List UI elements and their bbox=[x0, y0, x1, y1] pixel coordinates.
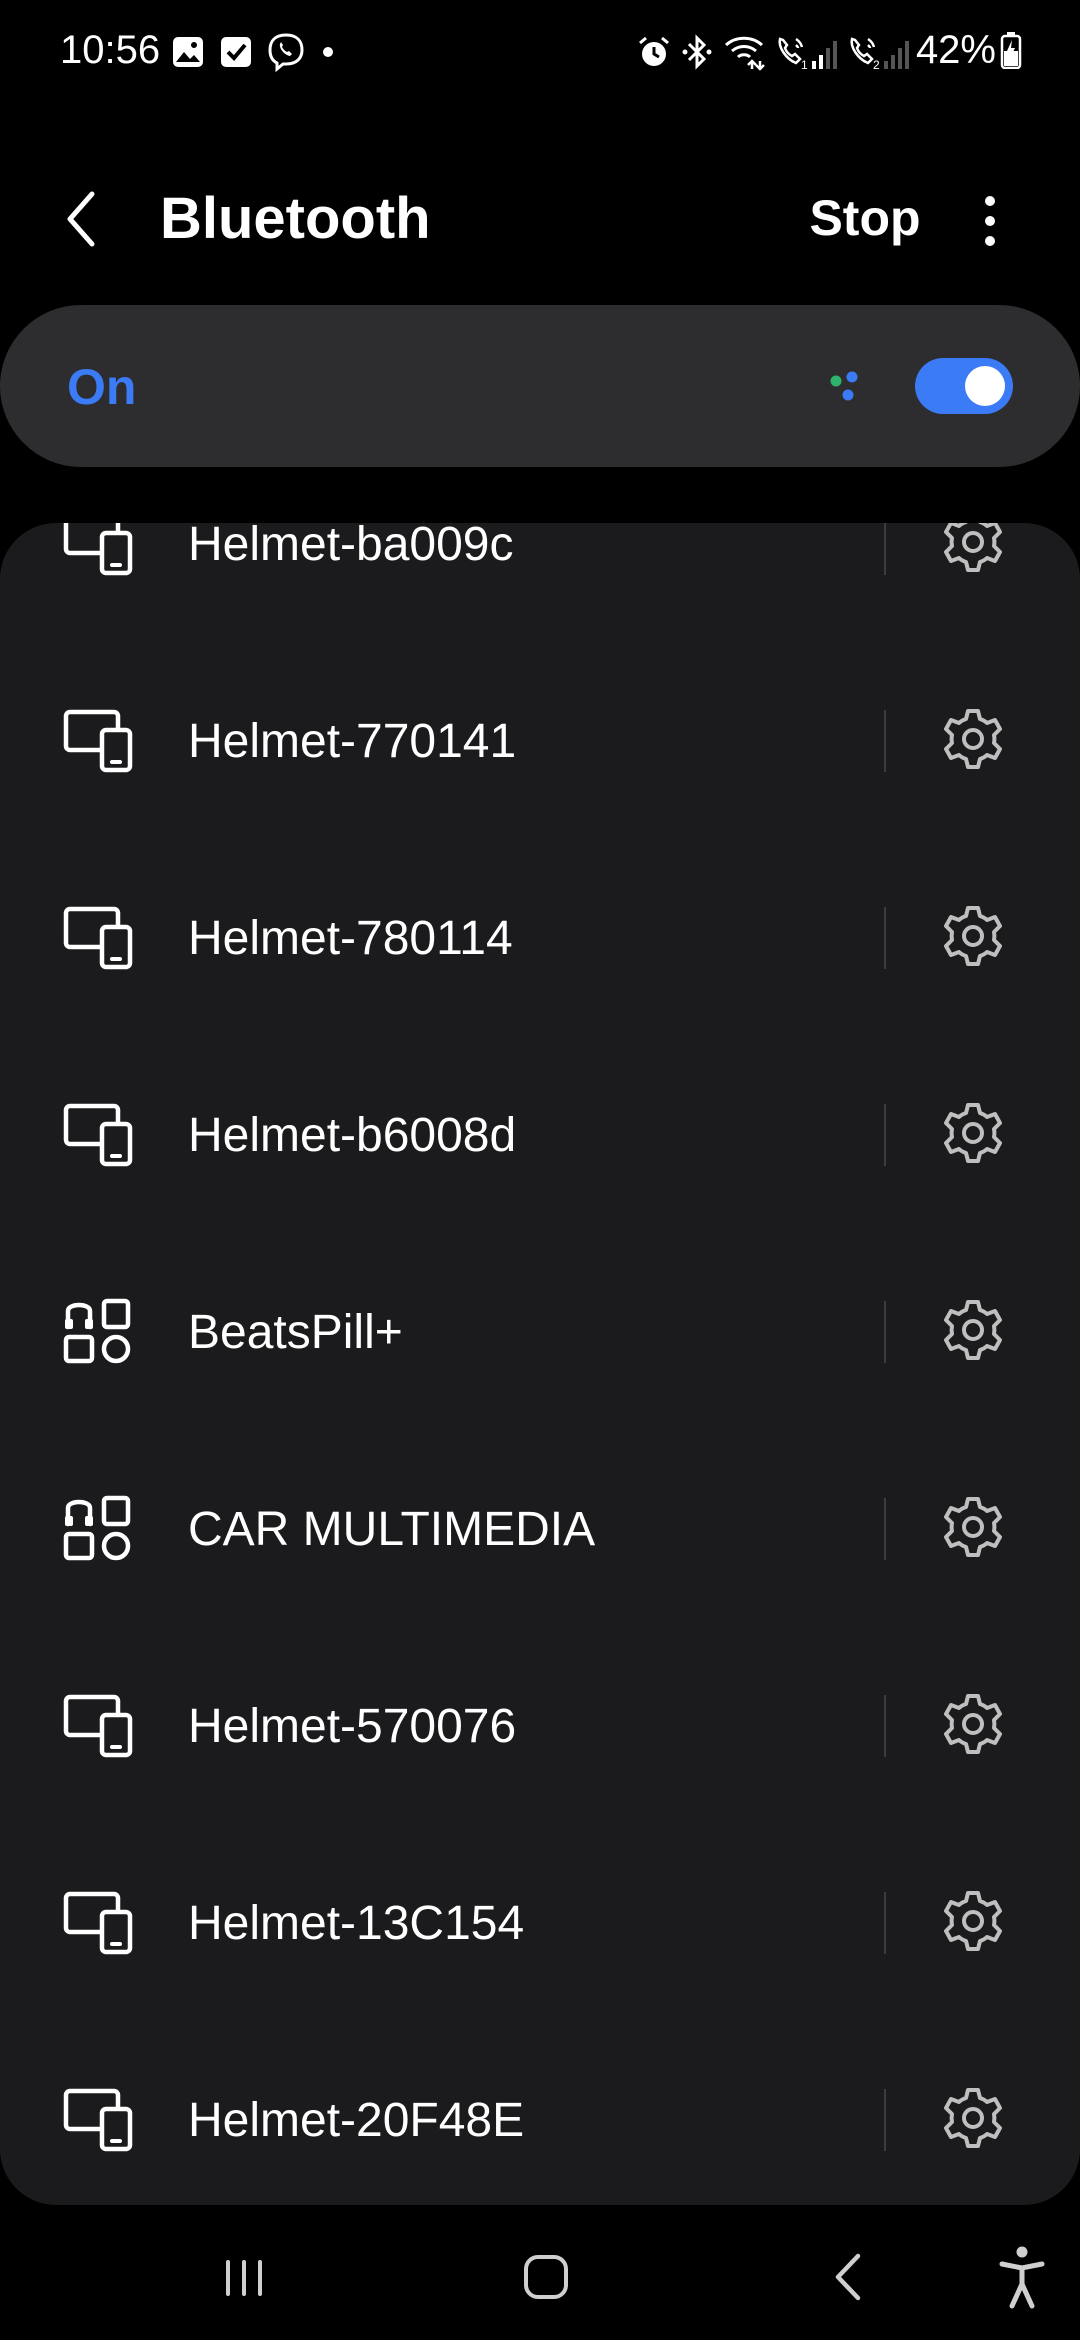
bluetooth-icon bbox=[682, 34, 712, 70]
gallery-icon bbox=[173, 37, 203, 67]
device-row[interactable]: Helmet-20F48E bbox=[0, 2019, 1080, 2205]
gear-icon bbox=[940, 1103, 1006, 1170]
recents-icon bbox=[226, 2260, 262, 2296]
device-name: BeatsPill+ bbox=[188, 1306, 403, 1359]
dot-icon bbox=[323, 47, 333, 57]
row-divider bbox=[884, 1892, 886, 1954]
svg-text:1: 1 bbox=[801, 58, 808, 71]
device-row[interactable]: Helmet-770141 bbox=[0, 640, 1080, 837]
row-divider bbox=[884, 2089, 886, 2151]
row-divider bbox=[884, 1104, 886, 1166]
device-settings-button[interactable] bbox=[940, 2085, 1006, 2151]
device-settings-button[interactable] bbox=[940, 1691, 1006, 1757]
device-settings-button[interactable] bbox=[940, 523, 1006, 575]
available-devices-card: Helmet-ba009c Helmet-770141 Helmet-780114 H… bbox=[0, 523, 1080, 2205]
wifi-calling-icon bbox=[724, 36, 765, 71]
back-icon bbox=[835, 2253, 861, 2301]
viber-icon bbox=[268, 33, 304, 72]
gear-icon bbox=[940, 1891, 1006, 1958]
switch-knob bbox=[965, 366, 1005, 406]
device-list: Helmet-ba009c Helmet-770141 Helmet-780114 H… bbox=[0, 523, 1080, 2205]
device-name: Helmet-570076 bbox=[188, 1700, 517, 1753]
sim1-call-icon: 1 bbox=[778, 37, 837, 71]
toggle-state-label: On bbox=[67, 359, 137, 415]
sim2-call-icon: 2 bbox=[850, 37, 909, 71]
battery-indicator: 42% bbox=[916, 26, 1022, 74]
recents-button[interactable] bbox=[204, 2242, 284, 2312]
accessibility-icon bbox=[999, 2246, 1045, 2309]
device-icon bbox=[62, 2085, 142, 2155]
checkbox-icon bbox=[221, 37, 251, 67]
device-settings-button[interactable] bbox=[940, 1494, 1006, 1560]
device-settings-button[interactable] bbox=[940, 1297, 1006, 1363]
row-divider bbox=[884, 523, 886, 575]
device-name: Helmet-ba009c bbox=[188, 523, 514, 571]
device-name: Helmet-b6008d bbox=[188, 1109, 517, 1162]
back-button[interactable] bbox=[52, 184, 132, 254]
device-settings-button[interactable] bbox=[940, 1100, 1006, 1166]
alarm-icon bbox=[639, 36, 669, 66]
device-icon bbox=[62, 903, 142, 973]
battery-charging-icon bbox=[1000, 32, 1022, 69]
bluetooth-toggle-card[interactable]: On bbox=[0, 305, 1080, 467]
device-settings-button[interactable] bbox=[940, 1888, 1006, 1954]
gear-icon bbox=[940, 709, 1006, 776]
gear-icon bbox=[940, 2088, 1006, 2155]
row-divider bbox=[884, 1695, 886, 1757]
row-divider bbox=[884, 907, 886, 969]
page-title: Bluetooth bbox=[160, 186, 431, 251]
device-row[interactable]: BeatsPill+ bbox=[0, 1231, 1080, 1428]
device-row[interactable]: Helmet-13C154 bbox=[0, 1822, 1080, 2019]
device-name: Helmet-780114 bbox=[188, 912, 513, 965]
more-options-button[interactable] bbox=[960, 186, 1020, 256]
device-icon bbox=[62, 523, 142, 579]
status-time: 10:56 bbox=[60, 28, 161, 72]
nav-back-button[interactable] bbox=[810, 2242, 890, 2312]
status-bar: 10:56 1 2 42% bbox=[0, 0, 1080, 100]
device-row[interactable]: Helmet-780114 bbox=[0, 837, 1080, 1034]
device-row[interactable]: Helmet-b6008d bbox=[0, 1034, 1080, 1231]
device-icon bbox=[62, 1888, 142, 1958]
home-icon bbox=[524, 2255, 568, 2299]
navigation-bar bbox=[0, 2220, 1080, 2340]
notification-icons bbox=[170, 30, 338, 74]
device-name: Helmet-13C154 bbox=[188, 1897, 525, 1950]
gear-icon bbox=[940, 523, 1006, 579]
device-row[interactable]: CAR MULTIMEDIA bbox=[0, 1428, 1080, 1625]
row-divider bbox=[884, 1301, 886, 1363]
device-name: Helmet-770141 bbox=[188, 715, 517, 768]
app-bar: Bluetooth Stop bbox=[0, 160, 1080, 270]
battery-percent: 42% bbox=[915, 28, 996, 72]
home-button[interactable] bbox=[506, 2242, 586, 2312]
svg-text:2: 2 bbox=[873, 58, 880, 71]
system-status-icons: 1 2 bbox=[636, 30, 910, 74]
device-icon bbox=[62, 706, 142, 776]
device-row[interactable]: Helmet-570076 bbox=[0, 1625, 1080, 1822]
device-icon bbox=[62, 1100, 142, 1170]
chevron-left-icon bbox=[67, 191, 95, 247]
device-settings-button[interactable] bbox=[940, 903, 1006, 969]
accessibility-button[interactable] bbox=[982, 2242, 1062, 2312]
multi-device-icon bbox=[62, 1494, 142, 1564]
multi-device-icon bbox=[62, 1297, 142, 1367]
device-name: CAR MULTIMEDIA bbox=[188, 1503, 596, 1556]
more-vertical-icon bbox=[985, 196, 995, 246]
gear-icon bbox=[940, 1300, 1006, 1367]
row-divider bbox=[884, 710, 886, 772]
gear-icon bbox=[940, 906, 1006, 973]
row-divider bbox=[884, 1498, 886, 1560]
device-row[interactable]: Helmet-ba009c bbox=[0, 523, 1080, 640]
device-name: Helmet-20F48E bbox=[188, 2094, 525, 2147]
bluetooth-switch[interactable] bbox=[915, 358, 1013, 414]
device-settings-button[interactable] bbox=[940, 706, 1006, 772]
gear-icon bbox=[940, 1694, 1006, 1761]
scanning-indicator-icon bbox=[830, 371, 858, 401]
stop-scan-button[interactable]: Stop bbox=[790, 188, 940, 254]
gear-icon bbox=[940, 1497, 1006, 1564]
device-icon bbox=[62, 1691, 142, 1761]
